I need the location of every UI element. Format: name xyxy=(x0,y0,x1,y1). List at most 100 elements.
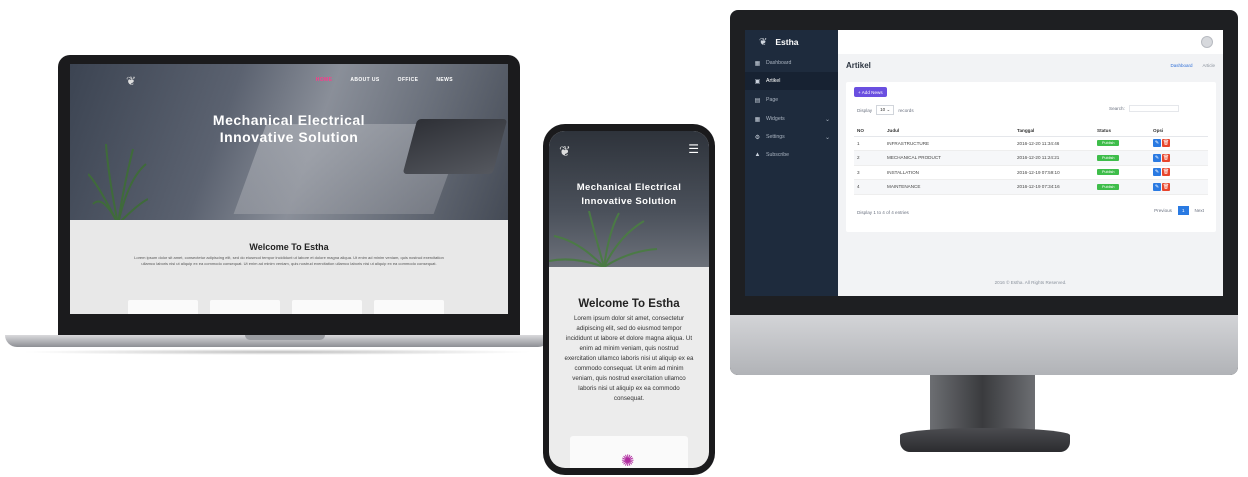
delete-icon[interactable]: 🗑 xyxy=(1162,168,1170,177)
breadcrumb-home[interactable]: Dashboard xyxy=(1170,63,1192,68)
edit-icon[interactable]: ✎ xyxy=(1153,153,1161,162)
sidebar-item-label: Artikel xyxy=(766,78,781,84)
edit-icon[interactable]: ✎ xyxy=(1153,139,1161,148)
phone-logo-icon: ❦ xyxy=(559,143,571,159)
plant-image xyxy=(88,143,148,224)
sidebar-item-settings[interactable]: ⚙ Settings ⌄ xyxy=(745,128,838,146)
status-badge: Publish xyxy=(1097,183,1120,190)
sidebar-item-artikel[interactable]: ▣ Artikel xyxy=(745,72,838,90)
edit-icon[interactable]: ✎ xyxy=(1153,182,1161,191)
article-icon: ▣ xyxy=(754,78,761,85)
table-row: 4 MAINTENANCE 2016-12-19 07:34:16 Publis… xyxy=(854,179,1208,195)
records-select[interactable]: 10 ⌄ xyxy=(876,105,895,115)
avatar[interactable] xyxy=(1201,36,1213,48)
cell-status: Publish xyxy=(1094,179,1150,195)
welcome-heading: Welcome To Estha xyxy=(578,298,680,310)
sidebar-item-dashboard[interactable]: ▦ Dashboard xyxy=(745,54,838,72)
sidebar-item-widgets[interactable]: ▦ Widgets ⌄ xyxy=(745,110,838,128)
sidebar-item-label: Settings xyxy=(766,134,785,140)
cell-opsi: ✎ 🗑 xyxy=(1150,179,1208,195)
laptop-hero: ❦ HOME ABOUT US OFFICE NEWS Mechanical E… xyxy=(70,64,508,224)
nav-news[interactable]: NEWS xyxy=(436,77,453,83)
pagination-next[interactable]: Next xyxy=(1191,206,1208,215)
subscribe-icon: ▲ xyxy=(754,152,761,158)
column-no[interactable]: NO xyxy=(854,126,884,137)
laptop-shadow xyxy=(20,349,535,355)
laptop-hero-title: Mechanical Electrical Innovative Solutio… xyxy=(70,112,508,146)
breadcrumb-current: Article xyxy=(1202,63,1215,68)
column-tanggal[interactable]: Tanggal xyxy=(1014,126,1094,137)
cell-judul: INSTALLATION xyxy=(884,165,1014,180)
article-table: NO Judul Tanggal Status Opsi 1 INFRASTRU… xyxy=(854,126,1208,195)
topbar xyxy=(838,30,1223,54)
cell-opsi: ✎ 🗑 xyxy=(1150,150,1208,166)
page-icon: ▤ xyxy=(754,97,761,104)
laptop-screen: ❦ HOME ABOUT US OFFICE NEWS Mechanical E… xyxy=(70,64,508,314)
footer: 2016 © Estha. All Rights Reserved. xyxy=(994,280,1067,285)
sidebar-item-label: Page xyxy=(766,97,779,103)
hero-title-line1: Mechanical Electrical xyxy=(576,182,682,193)
sidebar-item-label: Subscribe xyxy=(766,152,790,158)
gear-icon: ✺ xyxy=(621,453,635,468)
laptop-notch xyxy=(245,335,325,340)
nav-about[interactable]: ABOUT US xyxy=(350,77,379,83)
sidebar-item-subscribe[interactable]: ▲ Subscribe xyxy=(745,146,838,164)
search: Search: xyxy=(1109,105,1179,112)
edit-icon[interactable]: ✎ xyxy=(1153,168,1161,177)
cell-judul: MECHANICAL PRODUCT xyxy=(884,150,1014,166)
column-status[interactable]: Status xyxy=(1094,126,1150,137)
add-news-button[interactable]: + Add News xyxy=(854,87,887,97)
cell-status: Publish xyxy=(1094,150,1150,166)
length-suffix: records xyxy=(898,107,914,113)
hamburger-menu-icon[interactable]: ☰ xyxy=(688,142,699,156)
laptop-nav: HOME ABOUT US OFFICE NEWS xyxy=(316,77,453,83)
records-select-value: 10 xyxy=(880,107,886,112)
column-judul[interactable]: Judul xyxy=(884,126,1014,137)
feature-cards xyxy=(128,300,444,314)
nav-office[interactable]: OFFICE xyxy=(398,77,419,83)
cell-tanggal: 2016-12-20 11:34:46 xyxy=(1014,136,1094,151)
table-header-row: NO Judul Tanggal Status Opsi xyxy=(854,126,1208,137)
cell-status: Publish xyxy=(1094,165,1150,180)
length-prefix: Display xyxy=(857,107,873,113)
welcome-text: Lorem ipsum dolor sit amet, consectetur … xyxy=(134,255,444,266)
cell-no: 3 xyxy=(854,165,884,180)
feature-card[interactable] xyxy=(128,300,198,314)
pagination-previous[interactable]: Previous xyxy=(1150,206,1176,215)
cell-status: Publish xyxy=(1094,136,1150,151)
cell-no: 1 xyxy=(854,136,884,151)
phone-screen: ❦ ☰ Mechanical Electrical Innovative Sol… xyxy=(549,131,709,468)
status-badge: Publish xyxy=(1097,140,1120,147)
dashboard-icon: ▦ xyxy=(754,60,761,67)
hero-title-line2: Innovative Solution xyxy=(581,196,677,207)
pagination-page[interactable]: 1 xyxy=(1177,206,1189,215)
brand[interactable]: ❦ Estha xyxy=(745,30,838,54)
admin-app: ❦ Estha ▦ Dashboard ▣ Artikel ▤ Page ▦ W… xyxy=(745,30,1223,296)
nav-home[interactable]: HOME xyxy=(316,77,333,83)
settings-icon: ⚙ xyxy=(754,134,761,141)
feature-card[interactable] xyxy=(374,300,444,314)
delete-icon[interactable]: 🗑 xyxy=(1162,153,1170,162)
status-badge: Publish xyxy=(1097,169,1120,176)
hero-title-line1: Mechanical Electrical xyxy=(212,112,366,128)
monitor-stand-foot xyxy=(900,428,1070,452)
feature-card[interactable] xyxy=(292,300,362,314)
welcome-text: Lorem ipsum dolor sit amet, consectetur … xyxy=(564,315,694,402)
cell-opsi: ✎ 🗑 xyxy=(1150,165,1208,180)
cell-tanggal: 2016-12-19 07:34:16 xyxy=(1014,179,1094,195)
search-input[interactable] xyxy=(1128,105,1179,112)
delete-icon[interactable]: 🗑 xyxy=(1162,139,1170,148)
search-label: Search: xyxy=(1109,106,1125,111)
table-info: Display 1 to 4 of 4 entries xyxy=(857,210,909,215)
welcome-heading: Welcome To Estha xyxy=(249,242,329,252)
cell-no: 2 xyxy=(854,150,884,166)
column-opsi: Opsi xyxy=(1150,126,1208,137)
monitor-stand-neck xyxy=(930,375,1035,430)
records-length: Display 10 ⌄ records xyxy=(857,105,914,115)
phone-hero: ❦ ☰ Mechanical Electrical Innovative Sol… xyxy=(549,131,709,267)
sidebar-item-page[interactable]: ▤ Page xyxy=(745,91,838,109)
feature-card[interactable] xyxy=(210,300,280,314)
delete-icon[interactable]: 🗑 xyxy=(1162,182,1170,191)
cell-judul: INFRASTRUCTURE xyxy=(884,136,1014,151)
hero-title-line2: Innovative Solution xyxy=(219,129,359,145)
